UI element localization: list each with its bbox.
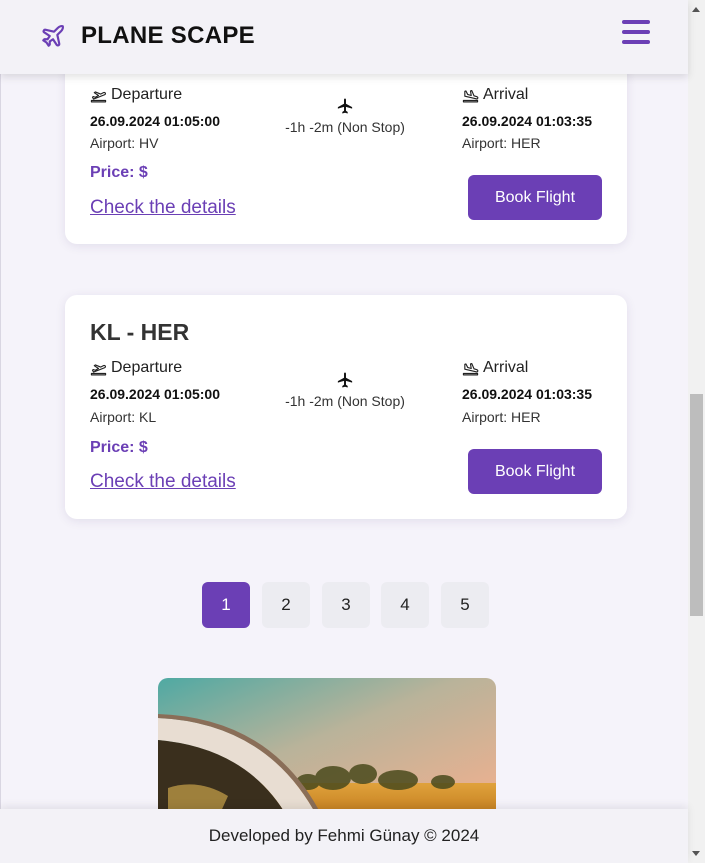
arrival-label: Arrival xyxy=(462,86,528,104)
page-button-1[interactable]: 1 xyxy=(202,582,250,628)
flight-card: KL - HER Departure 26.09.2024 01:05:00 A… xyxy=(65,295,627,519)
flight-duration: -1h -2m (Non Stop) xyxy=(285,119,405,135)
departure-label: Departure xyxy=(90,86,182,104)
flight-route-title: KL - HER xyxy=(90,319,190,345)
footer-text: Developed by Fehmi Günay © 2024 xyxy=(208,826,480,845)
landing-icon xyxy=(462,89,479,102)
flight-price: Price: $ xyxy=(90,439,148,456)
flight-duration: -1h -2m (Non Stop) xyxy=(285,393,405,409)
takeoff-icon xyxy=(90,363,107,375)
airplane-logo-icon xyxy=(42,24,65,47)
page-viewport: Departure 26.09.2024 01:05:00 Airport: H… xyxy=(0,0,688,863)
vertical-scrollbar[interactable] xyxy=(688,0,705,863)
departure-airport: Airport: KL xyxy=(90,409,157,425)
arrival-airport: Airport: HER xyxy=(462,135,541,151)
scroll-up-arrow-icon[interactable] xyxy=(692,7,700,12)
page-footer: Developed by Fehmi Günay © 2024 xyxy=(0,809,688,863)
departure-label-text: Departure xyxy=(111,86,183,103)
landing-icon xyxy=(462,362,479,375)
scrollbar-thumb[interactable] xyxy=(690,394,703,616)
check-details-link[interactable]: Check the details xyxy=(90,197,236,219)
book-flight-button[interactable]: Book Flight xyxy=(468,175,602,220)
arrival-label-text: Arrival xyxy=(483,359,529,376)
travel-photo xyxy=(158,678,496,818)
arrival-airport: Airport: HER xyxy=(462,409,541,425)
page-button-2[interactable]: 2 xyxy=(262,582,310,628)
page-button-3[interactable]: 3 xyxy=(322,582,370,628)
hamburger-menu-icon[interactable] xyxy=(622,20,650,46)
flight-price: Price: $ xyxy=(90,164,148,181)
departure-label: Departure xyxy=(90,359,182,377)
scroll-down-arrow-icon[interactable] xyxy=(692,851,700,856)
departure-time: 26.09.2024 01:05:00 xyxy=(90,386,220,402)
arrival-label-text: Arrival xyxy=(483,86,529,103)
book-flight-button[interactable]: Book Flight xyxy=(468,449,602,494)
page-button-4[interactable]: 4 xyxy=(381,582,429,628)
page-button-5[interactable]: 5 xyxy=(441,582,489,628)
takeoff-icon xyxy=(90,90,107,102)
arrival-time: 26.09.2024 01:03:35 xyxy=(462,113,592,129)
plane-icon xyxy=(337,372,353,388)
brand-title[interactable]: PLANE SCAPE xyxy=(81,22,255,50)
departure-time: 26.09.2024 01:05:00 xyxy=(90,113,220,129)
plane-icon xyxy=(337,98,353,114)
arrival-label: Arrival xyxy=(462,359,528,377)
arrival-time: 26.09.2024 01:03:35 xyxy=(462,386,592,402)
top-navbar: PLANE SCAPE xyxy=(0,0,688,74)
departure-airport: Airport: HV xyxy=(90,135,159,151)
departure-label-text: Departure xyxy=(111,359,183,376)
check-details-link[interactable]: Check the details xyxy=(90,471,236,493)
